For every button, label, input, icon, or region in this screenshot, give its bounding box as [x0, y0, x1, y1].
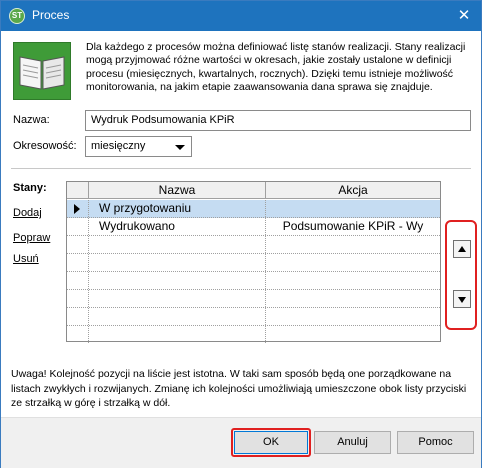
empty-row [67, 308, 440, 326]
chevron-down-icon [175, 145, 185, 150]
order-warning: Uwaga! Kolejność pozycji na liście jest … [11, 368, 467, 409]
edit-link[interactable]: Popraw [13, 232, 50, 244]
current-row-icon [74, 204, 80, 214]
row-name: W przygotowaniu [89, 200, 266, 217]
arrow-down-icon [458, 297, 466, 303]
period-select-value: miesięczny [91, 140, 146, 152]
states-table[interactable]: Nazwa Akcja W przygotowaniu Wydrukowano … [66, 181, 441, 344]
empty-row [67, 272, 440, 290]
empty-row [67, 254, 440, 272]
name-input[interactable]: Wydruk Podsumowania KPiR [85, 110, 471, 131]
empty-row [67, 326, 440, 344]
table-row[interactable]: Wydrukowano Podsumowanie KPiR - Wy [67, 218, 440, 236]
row-indicator [67, 218, 89, 235]
proces-dialog: ST Proces ✕ Dla każdego z procesów można… [0, 0, 482, 468]
separator [11, 168, 471, 169]
app-logo-icon: ST [9, 8, 25, 24]
row-indicator [67, 200, 89, 217]
period-select[interactable]: miesięczny [85, 136, 192, 157]
table-header: Nazwa Akcja [67, 182, 440, 199]
arrow-up-icon [458, 246, 466, 252]
period-label: Okresowość: [13, 140, 77, 152]
delete-link[interactable]: Usuń [13, 253, 39, 265]
name-label: Nazwa: [13, 114, 50, 126]
dialog-content: Dla każdego z procesów można definiować … [1, 31, 481, 417]
intro-description: Dla każdego z procesów można definiować … [86, 41, 466, 93]
cancel-button[interactable]: Anuluj [314, 431, 391, 454]
open-book-icon [13, 42, 71, 100]
help-button[interactable]: Pomoc [397, 431, 474, 454]
indicator-header [67, 182, 89, 199]
column-header-name[interactable]: Nazwa [89, 182, 266, 199]
row-action [266, 200, 440, 217]
column-header-action[interactable]: Akcja [266, 182, 440, 199]
move-buttons-highlight [445, 220, 477, 330]
empty-row [67, 290, 440, 308]
states-label: Stany: [13, 182, 47, 194]
ok-button[interactable]: OK [234, 431, 308, 454]
table-row[interactable]: W przygotowaniu [67, 200, 440, 218]
add-link[interactable]: Dodaj [13, 207, 42, 219]
move-down-button[interactable] [453, 290, 471, 308]
title-bar: ST Proces ✕ [1, 1, 481, 31]
row-action: Podsumowanie KPiR - Wy [282, 219, 424, 233]
move-up-button[interactable] [453, 240, 471, 258]
button-bar: OK Anuluj Pomoc [1, 417, 481, 468]
window-title: Proces [32, 8, 70, 22]
close-button[interactable]: ✕ [447, 1, 481, 31]
row-name: Wydrukowano [89, 218, 266, 235]
empty-row [67, 236, 440, 254]
